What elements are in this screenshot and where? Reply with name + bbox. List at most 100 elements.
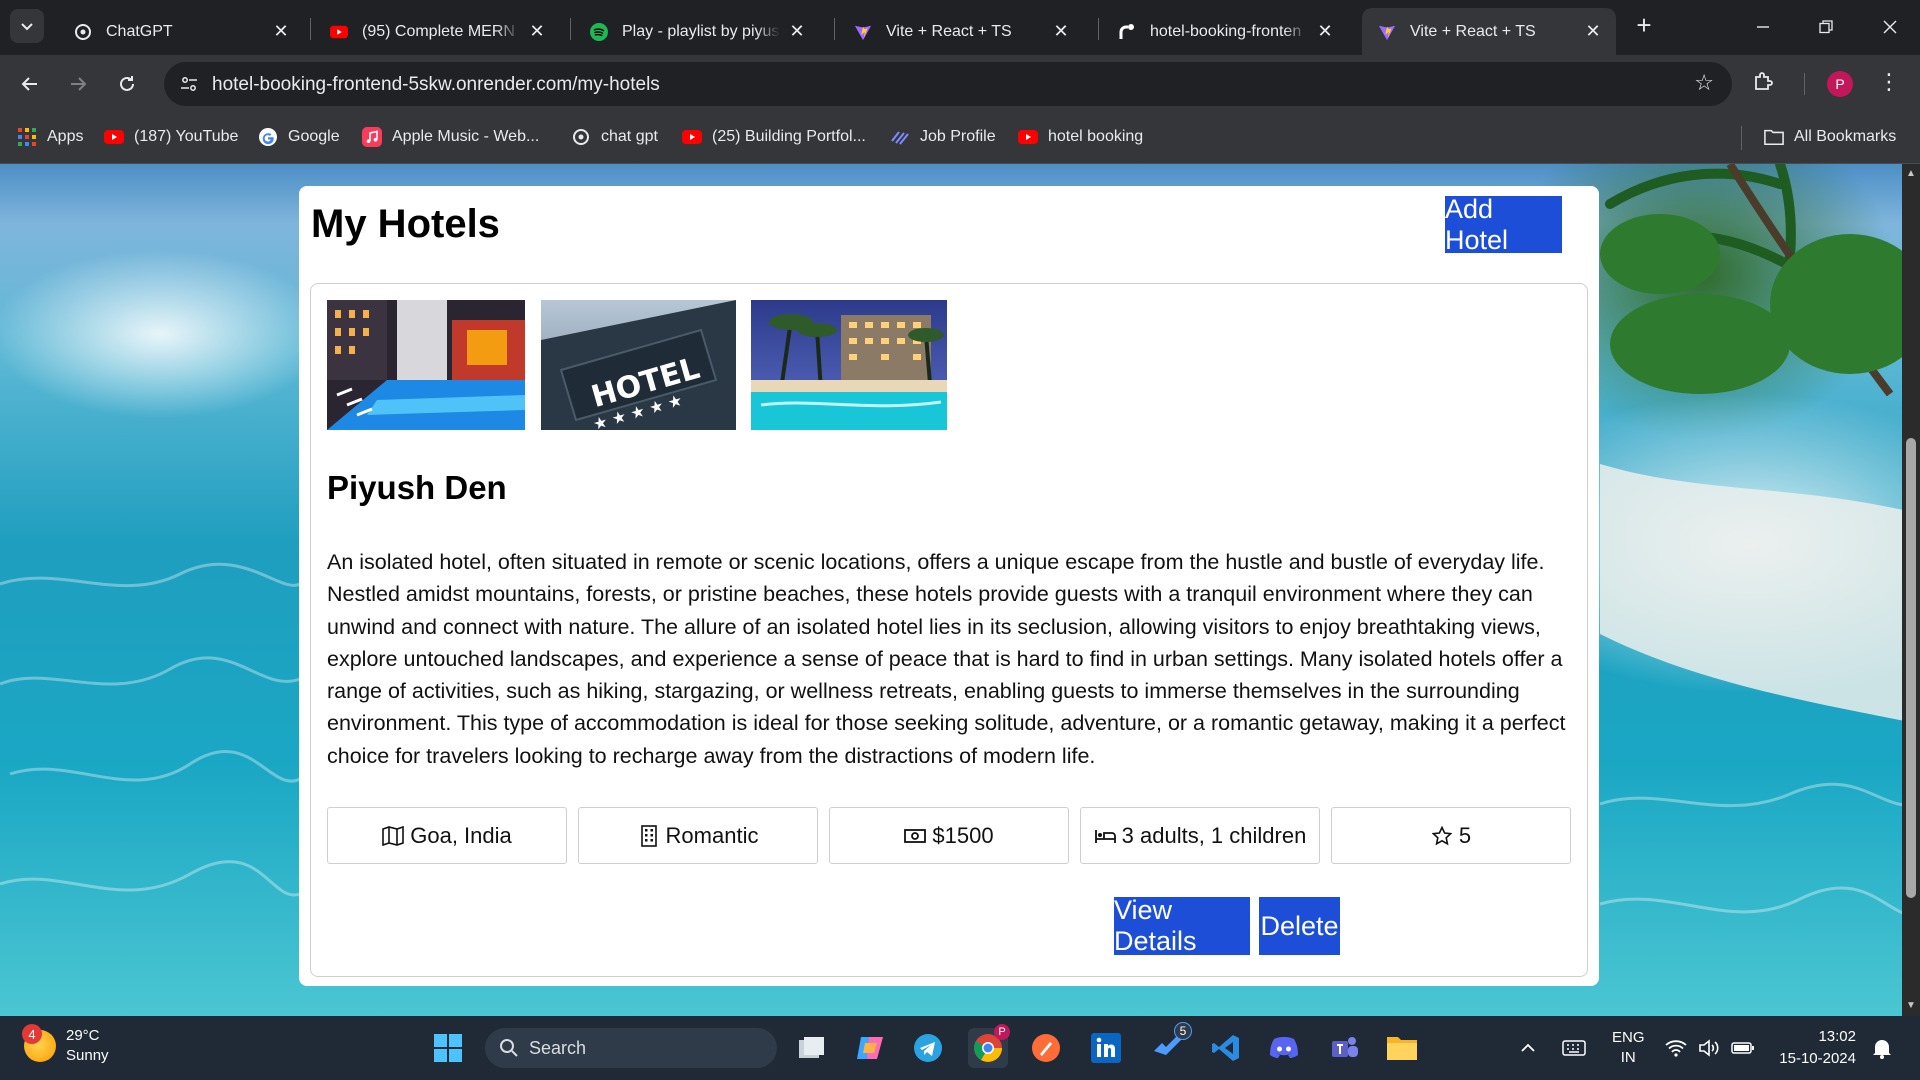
all-bookmarks-button[interactable]: All Bookmarks (1764, 124, 1896, 150)
youtube-icon (682, 127, 702, 147)
hotel-name: Piyush Den (327, 469, 507, 506)
tab-vite-active[interactable]: Vite + React + TS ✕ (1362, 8, 1616, 55)
new-tab-button[interactable]: + (1630, 12, 1658, 40)
chrome-profile-badge: P (994, 1024, 1010, 1040)
back-button[interactable] (12, 66, 48, 102)
map-icon (382, 825, 405, 847)
bookmark-apps[interactable]: Apps (17, 124, 83, 150)
notifications-bell-icon[interactable] (1872, 1016, 1892, 1080)
star-icon (1431, 825, 1453, 847)
bookmark-apple-music[interactable]: Apple Music - Web... (362, 124, 539, 150)
close-tab-icon[interactable]: ✕ (1052, 21, 1070, 42)
chevron-up-icon (1521, 1043, 1535, 1052)
scroll-up-icon[interactable]: ▲ (1902, 168, 1920, 179)
bookmark-label: All Bookmarks (1794, 128, 1897, 145)
close-window-button[interactable] (1860, 10, 1920, 44)
job-profile-icon (890, 127, 910, 147)
hotel-rating-chip: 5 (1331, 807, 1571, 864)
show-hidden-icons[interactable] (1520, 1016, 1536, 1080)
close-tab-icon[interactable]: ✕ (272, 21, 290, 42)
close-tab-icon[interactable]: ✕ (1584, 21, 1602, 42)
forward-button[interactable] (60, 66, 96, 102)
search-placeholder: Search (529, 1037, 587, 1058)
browser-toolbar: hotel-booking-frontend-5skw.onrender.com… (0, 55, 1920, 112)
bookmark-building-portfolio[interactable]: (25) Building Portfol... (682, 124, 866, 150)
bookmarks-bar: Apps (187) YouTube Google Apple Music - … (0, 112, 1920, 164)
bookmark-label: Apple Music - Web... (392, 128, 540, 145)
scrollbar-thumb[interactable] (1906, 438, 1916, 898)
bookmark-star-icon[interactable]: ☆ (1694, 70, 1714, 96)
resort-pool-palms-image (751, 300, 947, 430)
hotel-rating: 5 (1458, 822, 1472, 848)
clock-time: 13:02 (1818, 1028, 1856, 1045)
postman-icon[interactable] (1026, 1028, 1066, 1068)
bookmark-label: Google (288, 128, 340, 145)
render-icon (1118, 23, 1136, 41)
language-indicator[interactable]: ENG IN (1612, 1016, 1645, 1080)
toolbar-divider (1804, 73, 1805, 95)
telegram-icon[interactable] (908, 1028, 948, 1068)
chrome-taskbar-icon[interactable]: P (968, 1024, 1010, 1068)
forward-arrow-icon (71, 77, 87, 91)
view-details-button[interactable]: View Details (1114, 895, 1250, 956)
bookmark-google[interactable]: Google (258, 124, 340, 150)
bookmark-hotel-booking[interactable]: hotel booking (1018, 124, 1143, 150)
copilot-icon[interactable] (850, 1028, 890, 1068)
chatgpt-icon (571, 127, 591, 147)
tab-chatgpt[interactable]: ChatGPT ✕ (58, 8, 304, 55)
keyboard-icon[interactable] (1562, 1016, 1586, 1080)
linkedin-icon[interactable] (1086, 1028, 1126, 1068)
weather-temperature: 29°C (66, 1027, 100, 1044)
search-icon (500, 1039, 518, 1057)
teams-icon[interactable] (1324, 1028, 1364, 1068)
tab-vite-1[interactable]: Vite + React + TS ✕ (838, 8, 1084, 55)
volume-icon[interactable] (1698, 1016, 1720, 1080)
tab-render-dashboard[interactable]: hotel-booking-fronten ✕ (1102, 8, 1348, 55)
battery-icon[interactable] (1731, 1016, 1755, 1080)
discord-icon[interactable] (1264, 1028, 1304, 1068)
windows-start-icon[interactable] (428, 1028, 468, 1068)
bookmark-youtube[interactable]: (187) YouTube (104, 124, 238, 150)
spotify-icon (590, 22, 608, 41)
tab-search-button[interactable] (10, 9, 44, 43)
clock-date: 15-10-2024 (1779, 1050, 1856, 1067)
app-badge: 5 (1174, 1022, 1192, 1040)
tab-youtube-mern[interactable]: (95) Complete MERN S ✕ (314, 8, 560, 55)
extensions-puzzle-icon[interactable] (1752, 69, 1782, 99)
site-info-icon[interactable] (174, 69, 204, 99)
url-text[interactable]: hotel-booking-frontend-5skw.onrender.com… (212, 74, 660, 96)
profile-avatar[interactable]: P (1827, 71, 1853, 97)
hotel-description: An isolated hotel, often situated in rem… (327, 550, 1566, 768)
bookmark-label: (25) Building Portfol... (712, 128, 866, 145)
tab-spotify[interactable]: Play - playlist by piyush ✕ (574, 8, 820, 55)
file-explorer-icon[interactable] (1382, 1028, 1422, 1068)
close-tab-icon[interactable]: ✕ (528, 21, 546, 42)
hotel-type: Romantic (665, 822, 759, 848)
scroll-down-icon[interactable]: ▼ (1902, 1000, 1920, 1011)
delete-button[interactable]: Delete (1259, 897, 1340, 955)
hotel-type-chip: Romantic (578, 807, 818, 864)
reload-button[interactable] (109, 66, 145, 102)
page-scrollbar[interactable]: ▲ ▼ (1902, 164, 1920, 1016)
bookmark-chatgpt[interactable]: chat gpt (571, 124, 658, 150)
close-tab-icon[interactable]: ✕ (788, 21, 806, 42)
bed-icon (1094, 825, 1116, 847)
youtube-icon (104, 127, 124, 147)
hotel-price: $1500 (932, 822, 994, 848)
browser-menu-icon[interactable]: ⋮ (1878, 69, 1900, 95)
close-tab-icon[interactable]: ✕ (1316, 21, 1334, 42)
vscode-icon[interactable] (1206, 1028, 1246, 1068)
wifi-icon[interactable] (1665, 1016, 1687, 1080)
restore-button[interactable] (1796, 10, 1856, 44)
steam-like-icon[interactable]: 5 (1148, 1022, 1192, 1068)
add-hotel-button[interactable]: Add Hotel (1445, 194, 1562, 255)
hotel-guests: 3 adults, 1 children (1121, 822, 1307, 848)
bookmark-job-profile[interactable]: Job Profile (890, 124, 996, 150)
apps-grid-icon (17, 127, 37, 147)
task-view-icon[interactable] (792, 1028, 832, 1068)
address-bar[interactable]: hotel-booking-frontend-5skw.onrender.com… (164, 62, 1732, 106)
taskbar-search-box[interactable]: Search (485, 1028, 777, 1068)
system-clock[interactable]: 13:02 15-10-2024 (1760, 1026, 1856, 1070)
minimize-button[interactable] (1733, 10, 1793, 44)
weather-widget[interactable]: 4 29°C Sunny (22, 1024, 109, 1066)
